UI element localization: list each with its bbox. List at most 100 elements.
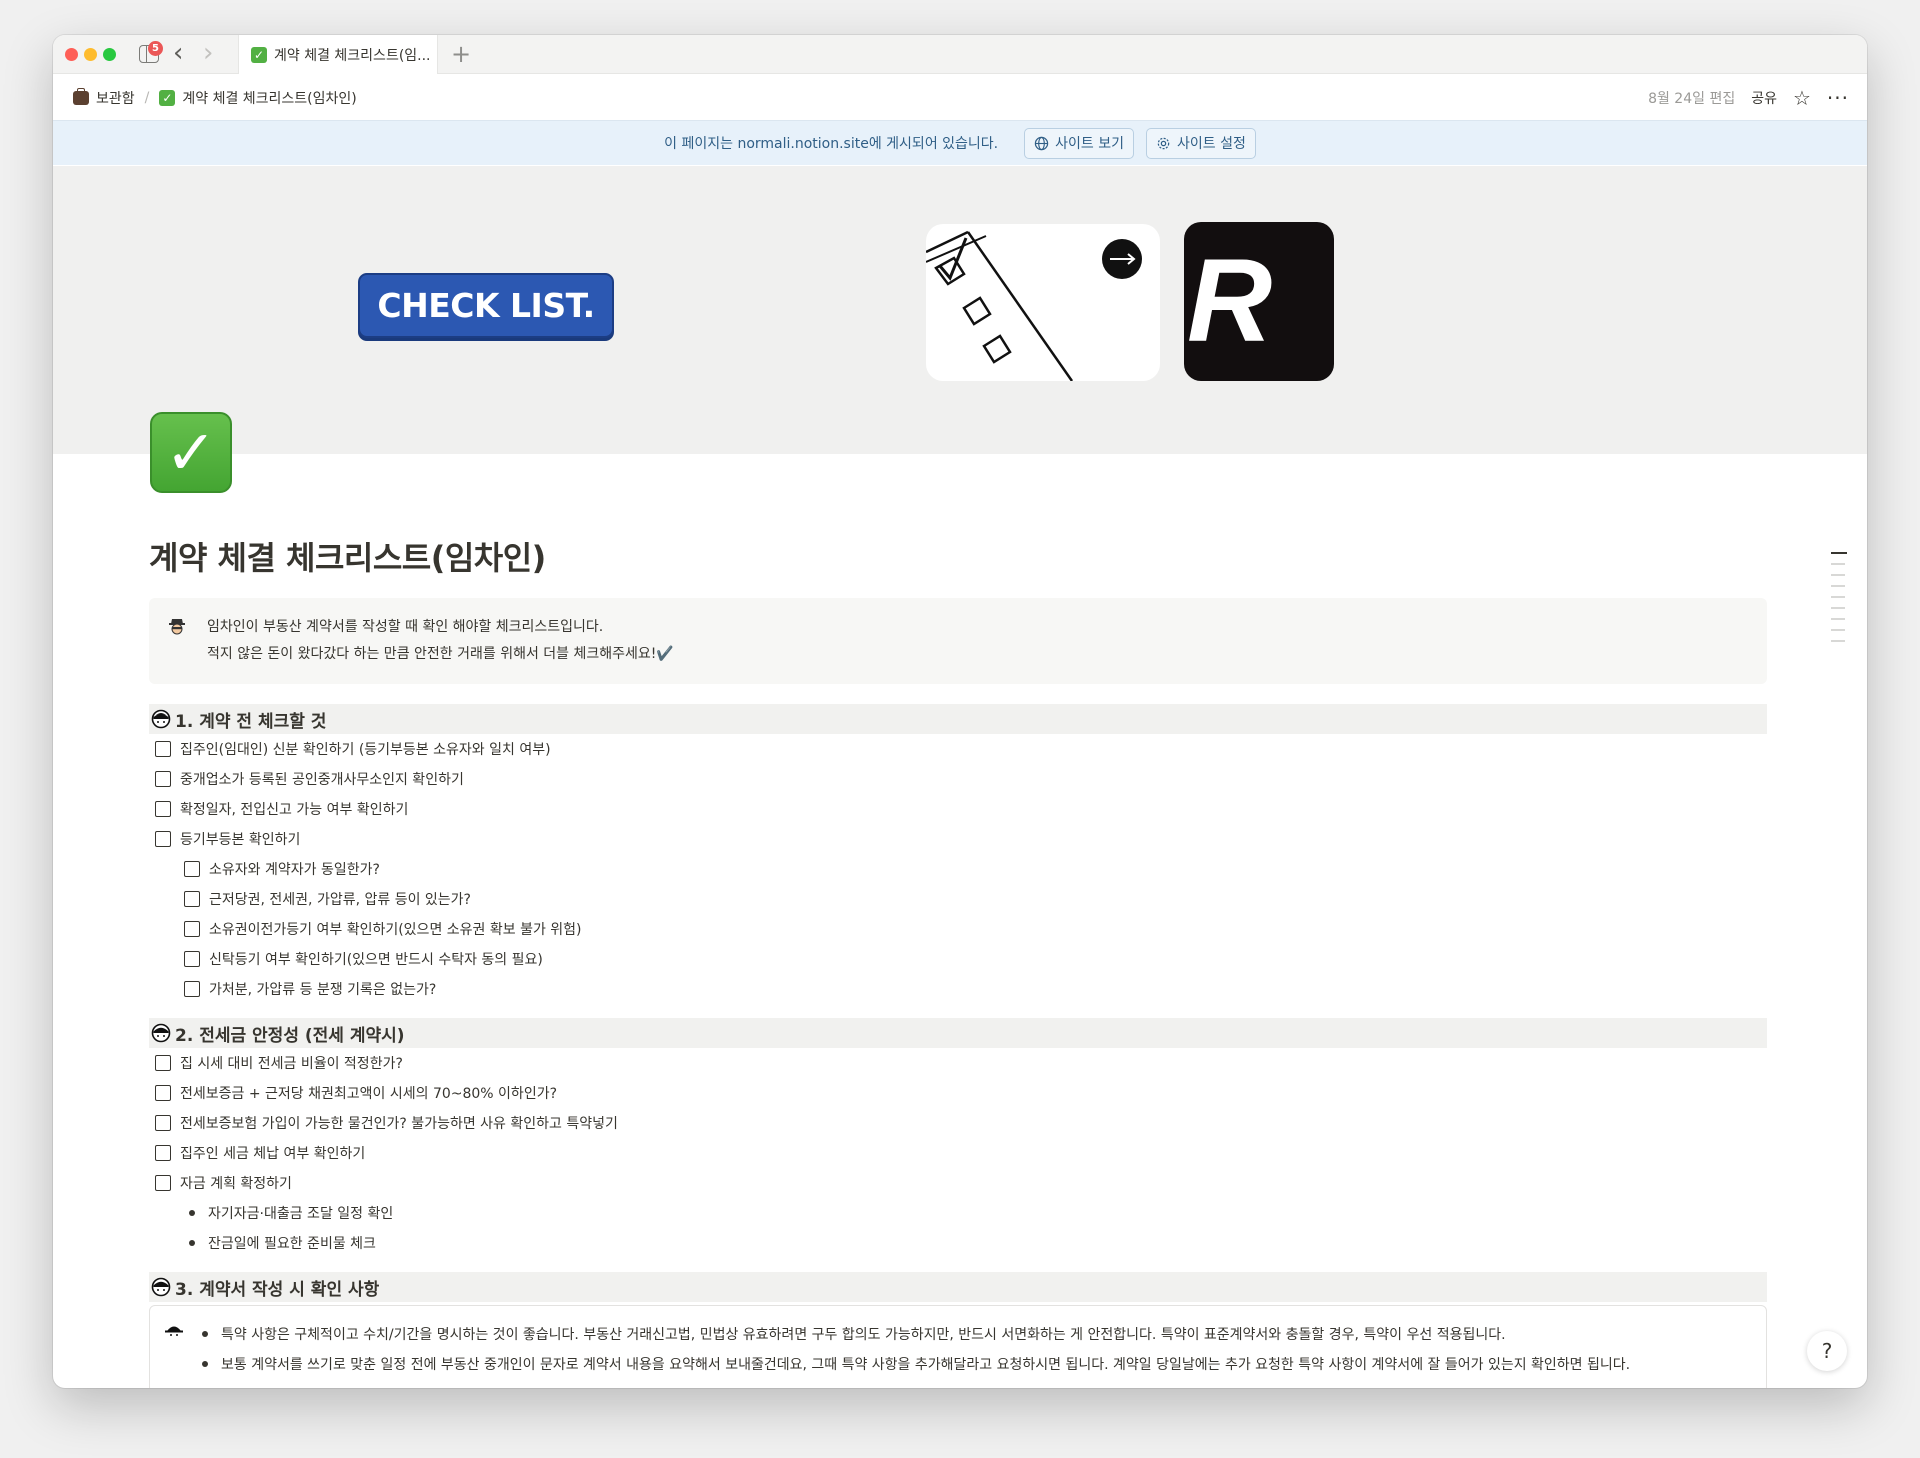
forward-arrow-icon[interactable]: › [203,40,213,66]
check-mark-icon: ✓ [251,46,267,63]
section-heading[interactable]: 3. 계약서 작성 시 확인 사항 [149,1272,1767,1302]
detective-icon [169,619,185,635]
breadcrumb-page-label: 계약 체결 체크리스트(임차인) [182,90,357,107]
check-mark-icon: ✓ [159,89,176,106]
todo-item[interactable]: 집주인 세금 체납 여부 확인하기 [149,1138,1767,1168]
view-site-button[interactable]: 사이트 보기 [1024,127,1134,159]
section-heading[interactable]: 2. 전세금 안정성 (전세 계약시) [149,1018,1767,1048]
r-logo-letter: R [1187,235,1273,367]
todo-label: 집 시세 대비 전세금 비율이 적정한가? [180,1056,403,1072]
bullet-dot [202,1361,208,1367]
maximize-window-button[interactable] [103,48,116,61]
todo-checkbox[interactable] [155,1175,171,1191]
share-button[interactable]: 공유 [1751,88,1777,108]
favorite-star-icon[interactable]: ☆ [1793,86,1811,110]
tab-active-page[interactable]: ✓ 계약 체결 체크리스트(임... [238,35,438,74]
section-heading[interactable]: 1. 계약 전 체크할 것 [149,704,1767,734]
site-settings-button[interactable]: 사이트 설정 [1145,127,1256,159]
site-settings-label: 사이트 설정 [1176,136,1246,152]
todo-checkbox[interactable] [184,891,200,907]
callout-line: 임차인이 부동산 계약서를 작성할 때 확인 해야할 체크리스트입니다. [207,619,604,635]
toc-line[interactable] [1831,629,1845,631]
table-of-contents-minimap[interactable] [1831,552,1847,651]
browser-window: 5 ‹ › ✓ 계약 체결 체크리스트(임... + 보관함 / ✓ 계약 체결… [53,35,1867,1388]
bullet-label: 자기자금·대출금 조달 일정 확인 [208,1206,394,1222]
r-logo-image: R [1184,222,1334,381]
face-icon [151,1277,171,1297]
section-before-contract: 1. 계약 전 체크할 것 집주인(임대인) 신분 확인하기 (등기부등본 소유… [149,704,1767,1004]
close-window-button[interactable] [65,48,78,61]
todo-subitem[interactable]: 소유자와 계약자가 동일한가? [149,854,1767,884]
page-check-icon[interactable]: ✓ [150,412,232,493]
toc-line[interactable] [1831,640,1845,642]
checklist-drawing-image [926,224,1160,381]
todo-checkbox[interactable] [155,1115,171,1131]
todo-checkbox[interactable] [184,921,200,937]
todo-checkbox[interactable] [155,1145,171,1161]
toc-line[interactable] [1831,596,1845,598]
breadcrumb-page[interactable]: ✓ 계약 체결 체크리스트(임차인) [159,88,357,108]
section-heading-label: 2. 전세금 안정성 (전세 계약시) [175,1025,405,1046]
section-deposit-safety: 2. 전세금 안정성 (전세 계약시) 집 시세 대비 전세금 비율이 적정한가… [149,1018,1767,1258]
toc-line[interactable] [1831,585,1845,587]
todo-item[interactable]: 자금 계획 확정하기 [149,1168,1767,1198]
globe-icon [1034,136,1049,150]
breadcrumb-root[interactable]: 보관함 [73,87,135,108]
toc-line[interactable] [1831,563,1845,565]
todo-subitem[interactable]: 근저당권, 전세권, 가압류, 압류 등이 있는가? [149,884,1767,914]
todo-label: 소유권이전가등기 여부 확인하기(있으면 소유권 확보 불가 위험) [209,922,582,938]
todo-checkbox[interactable] [155,741,171,757]
checklist-cover-badge: CHECK LIST. [358,273,614,338]
face-icon [151,1023,171,1043]
toc-line[interactable] [1831,574,1845,576]
todo-item[interactable]: 전세보증보험 가입이 가능한 물건인가? 불가능하면 사유 확인하고 특약넣기 [149,1108,1767,1138]
contract-tips-callout: 특약 사항은 구체적이고 수치/기간을 명시하는 것이 좋습니다. 부동산 거래… [149,1305,1767,1388]
last-edited-label[interactable]: 8월 24일 편집 [1648,88,1735,108]
todo-label: 전세보증보험 가입이 가능한 물건인가? 불가능하면 사유 확인하고 특약넣기 [180,1116,618,1132]
todo-item[interactable]: 중개업소가 등록된 공인중개사무소인지 확인하기 [149,764,1767,794]
bullet-item: 잔금일에 필요한 준비물 체크 [149,1228,1767,1258]
todo-label: 소유자와 계약자가 동일한가? [209,862,380,878]
minimize-window-button[interactable] [84,48,97,61]
todo-checkbox[interactable] [155,1085,171,1101]
todo-checkbox[interactable] [184,981,200,997]
briefcase-icon [73,87,89,105]
todo-checkbox[interactable] [155,771,171,787]
back-arrow-icon[interactable]: ‹ [173,40,183,66]
intro-callout: 임차인이 부동산 계약서를 작성할 때 확인 해야할 체크리스트입니다. 적지 … [149,598,1767,684]
toc-line[interactable] [1831,607,1845,609]
todo-subitem[interactable]: 가처분, 가압류 등 분쟁 기록은 없는가? [149,974,1767,1004]
tab-title: 계약 체결 체크리스트(임... [274,47,431,64]
bullet-dot [189,1240,195,1246]
todo-label: 집주인 세금 체납 여부 확인하기 [180,1146,366,1162]
help-question-icon[interactable]: ? [1807,1331,1847,1371]
todo-subitem[interactable]: 신탁등기 여부 확인하기(있으면 반드시 수탁자 동의 필요) [149,944,1767,974]
bullet-label: 보통 계약서를 쓰기로 맞춘 일정 전에 부동산 중개인이 문자로 계약서 내용… [221,1357,1631,1373]
todo-label: 자금 계획 확정하기 [180,1176,292,1192]
todo-checkbox[interactable] [155,1055,171,1071]
todo-item[interactable]: 등기부등본 확인하기 [149,824,1767,854]
more-options-icon[interactable]: ··· [1827,86,1849,110]
toc-line[interactable] [1831,552,1847,554]
todo-subitem[interactable]: 소유권이전가등기 여부 확인하기(있으면 소유권 확보 불가 위험) [149,914,1767,944]
todo-item[interactable]: 집 시세 대비 전세금 비율이 적정한가? [149,1048,1767,1078]
toc-line[interactable] [1831,618,1845,620]
todo-item[interactable]: 전세보증금 + 근저당 채권최고액이 시세의 70~80% 이하인가? [149,1078,1767,1108]
banner-text: 이 페이지는 normali.notion.site에 게시되어 있습니다. [664,136,999,152]
todo-item[interactable]: 집주인(임대인) 신분 확인하기 (등기부등본 소유자와 일치 여부) [149,734,1767,764]
todo-checkbox[interactable] [155,801,171,817]
todo-checkbox[interactable] [155,831,171,847]
todo-item[interactable]: 확정일자, 전입신고 가능 여부 확인하기 [149,794,1767,824]
page-title[interactable]: 계약 체결 체크리스트(임차인) [149,533,546,579]
callout-line: 적지 않은 돈이 왔다갔다 하는 만큼 안전한 거래를 위해서 더블 체크해주세… [207,646,674,662]
published-site-banner: 이 페이지는 normali.notion.site에 게시되어 있습니다. 사… [53,120,1867,165]
todo-checkbox[interactable] [184,861,200,877]
todo-label: 등기부등본 확인하기 [180,832,301,848]
bullet-dot [189,1210,195,1216]
page-topbar: 보관함 / ✓ 계약 체결 체크리스트(임차인) 8월 24일 편집 공유 ☆ … [53,75,1867,120]
todo-checkbox[interactable] [184,951,200,967]
todo-label: 중개업소가 등록된 공인중개사무소인지 확인하기 [180,772,464,788]
bullet-item: 특약 사항은 구체적이고 수치/기간을 명시하는 것이 좋습니다. 부동산 거래… [202,1319,1766,1349]
new-tab-plus-icon[interactable]: + [451,39,471,69]
bullet-label: 특약 사항은 구체적이고 수치/기간을 명시하는 것이 좋습니다. 부동산 거래… [221,1327,1506,1343]
